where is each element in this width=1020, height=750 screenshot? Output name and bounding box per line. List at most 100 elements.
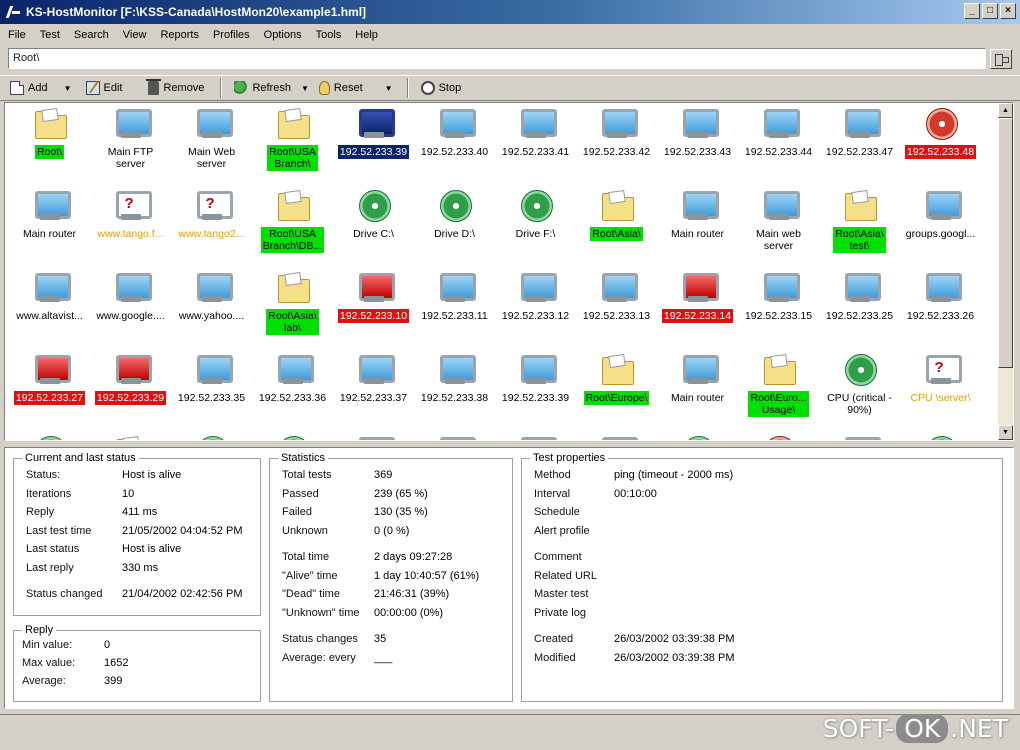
test-item[interactable]: 192.52.233.39 bbox=[333, 103, 414, 185]
test-item[interactable] bbox=[819, 431, 900, 440]
test-item[interactable] bbox=[333, 431, 414, 440]
test-item[interactable]: 192.52.233.12 bbox=[495, 267, 576, 349]
maximize-button[interactable]: □ bbox=[982, 3, 998, 19]
stop-button[interactable]: Stop bbox=[417, 79, 466, 97]
test-item[interactable]: 192.52.233.14 bbox=[657, 267, 738, 349]
scroll-down-arrow[interactable]: ▼ bbox=[998, 425, 1013, 440]
test-item[interactable]: 192.52.233.39 bbox=[495, 349, 576, 431]
scroll-thumb[interactable] bbox=[998, 118, 1013, 368]
field-value: 1652 bbox=[104, 657, 129, 669]
folder-tree-button[interactable] bbox=[990, 49, 1012, 69]
test-item[interactable]: Root\ bbox=[9, 103, 90, 185]
test-item[interactable]: Root\Europe\ bbox=[576, 349, 657, 431]
test-item[interactable]: groups.googl... bbox=[900, 185, 981, 267]
test-item[interactable]: 192.52.233.38 bbox=[414, 349, 495, 431]
field-label: Iterations bbox=[26, 487, 72, 500]
menu-view[interactable]: View bbox=[121, 27, 153, 43]
field-label: Total time bbox=[282, 551, 330, 563]
menu-search[interactable]: Search bbox=[72, 27, 115, 43]
test-item[interactable]: 192.52.233.10 bbox=[333, 267, 414, 349]
test-item[interactable]: Main FTP server bbox=[90, 103, 171, 185]
test-item[interactable]: Drive F:\ bbox=[495, 185, 576, 267]
test-item-label: www.altavist... bbox=[16, 310, 83, 322]
test-item[interactable]: Root\Euro... Usage\ bbox=[738, 349, 819, 431]
test-item[interactable]: 192.52.233.43 bbox=[657, 103, 738, 185]
test-item[interactable]: 192.52.233.29 bbox=[90, 349, 171, 431]
test-item[interactable]: Main router bbox=[657, 185, 738, 267]
disk-icon bbox=[356, 189, 392, 223]
test-item[interactable]: 192.52.233.27 bbox=[9, 349, 90, 431]
remove-button[interactable]: Remove bbox=[144, 79, 208, 97]
test-item-label: 192.52.233.39 bbox=[337, 145, 410, 159]
test-item[interactable]: 192.52.233.36 bbox=[252, 349, 333, 431]
field-value: 00:00:00 (0%) bbox=[374, 606, 444, 619]
test-item[interactable]: 192.52.233.47 bbox=[819, 103, 900, 185]
test-item[interactable]: www.yahoo.... bbox=[171, 267, 252, 349]
test-item[interactable] bbox=[252, 431, 333, 440]
test-item[interactable]: Root\Asia\ bbox=[576, 185, 657, 267]
test-item[interactable]: ? CPU \server\ bbox=[900, 349, 981, 431]
app-icon bbox=[6, 5, 20, 19]
menu-options[interactable]: Options bbox=[262, 27, 308, 43]
test-item[interactable]: www.google.... bbox=[90, 267, 171, 349]
add-button[interactable]: Add bbox=[6, 79, 52, 97]
test-item[interactable]: Root\Asia\ test\ bbox=[819, 185, 900, 267]
reset-dropdown-arrow[interactable]: ▼ bbox=[385, 84, 393, 93]
test-item[interactable]: 192.52.233.25 bbox=[819, 267, 900, 349]
add-dropdown-arrow[interactable]: ▼ bbox=[64, 84, 72, 93]
test-item[interactable]: CPU (critical - 90%) bbox=[819, 349, 900, 431]
test-item[interactable] bbox=[900, 431, 981, 440]
test-item[interactable]: 192.52.233.26 bbox=[900, 267, 981, 349]
vertical-scrollbar[interactable]: ▲ ▼ bbox=[998, 103, 1013, 440]
menu-test[interactable]: Test bbox=[38, 27, 66, 43]
test-item[interactable]: 192.52.233.42 bbox=[576, 103, 657, 185]
test-item[interactable] bbox=[90, 431, 171, 440]
test-item[interactable]: 192.52.233.15 bbox=[738, 267, 819, 349]
test-item[interactable]: 192.52.233.37 bbox=[333, 349, 414, 431]
test-item[interactable]: ? www.tango.f... bbox=[90, 185, 171, 267]
test-item[interactable] bbox=[576, 431, 657, 440]
refresh-dropdown-arrow[interactable]: ▼ bbox=[301, 84, 309, 93]
test-item[interactable]: 192.52.233.44 bbox=[738, 103, 819, 185]
test-item[interactable]: ? www.tango2... bbox=[171, 185, 252, 267]
test-icon-view[interactable]: Root\ Main FTP server Main Web server Root\… bbox=[4, 102, 1014, 441]
test-item[interactable]: www.altavist... bbox=[9, 267, 90, 349]
test-item[interactable] bbox=[657, 431, 738, 440]
menu-file[interactable]: File bbox=[6, 27, 32, 43]
test-item[interactable]: 192.52.233.13 bbox=[576, 267, 657, 349]
refresh-icon bbox=[234, 81, 249, 95]
close-button[interactable]: × bbox=[1000, 3, 1016, 19]
test-item[interactable]: 192.52.233.48 bbox=[900, 103, 981, 185]
reset-button[interactable]: Reset bbox=[315, 79, 367, 97]
menu-profiles[interactable]: Profiles bbox=[211, 27, 256, 43]
menu-reports[interactable]: Reports bbox=[158, 27, 205, 43]
test-item[interactable]: Main router bbox=[9, 185, 90, 267]
scroll-up-arrow[interactable]: ▲ bbox=[998, 103, 1013, 118]
test-item[interactable]: 192.52.233.41 bbox=[495, 103, 576, 185]
test-item[interactable] bbox=[495, 431, 576, 440]
folder-path-field[interactable]: Root\ bbox=[8, 48, 986, 69]
monitor-icon bbox=[680, 271, 719, 305]
test-item[interactable]: Main router bbox=[657, 349, 738, 431]
test-item[interactable]: Root\USA Branch\ bbox=[252, 103, 333, 185]
test-item[interactable]: 192.52.233.40 bbox=[414, 103, 495, 185]
test-item[interactable]: 192.52.233.35 bbox=[171, 349, 252, 431]
test-item[interactable]: Root\Asia\ lab\ bbox=[252, 267, 333, 349]
menu-help[interactable]: Help bbox=[353, 27, 384, 43]
test-item[interactable] bbox=[414, 431, 495, 440]
test-item[interactable]: Drive D:\ bbox=[414, 185, 495, 267]
test-item[interactable] bbox=[9, 431, 90, 440]
test-item[interactable] bbox=[738, 431, 819, 440]
menu-tools[interactable]: Tools bbox=[314, 27, 348, 43]
test-item-label: Main router bbox=[670, 392, 725, 404]
test-item[interactable] bbox=[171, 431, 252, 440]
test-item[interactable]: Root\USA Branch\DB... bbox=[252, 185, 333, 267]
test-item[interactable]: Main web server bbox=[738, 185, 819, 267]
test-item-label: 192.52.233.44 bbox=[744, 146, 813, 158]
refresh-button[interactable]: Refresh bbox=[230, 79, 295, 97]
test-item[interactable]: Drive C:\ bbox=[333, 185, 414, 267]
minimize-button[interactable]: _ bbox=[964, 3, 980, 19]
edit-button[interactable]: Edit bbox=[82, 79, 127, 97]
test-item[interactable]: Main Web server bbox=[171, 103, 252, 185]
test-item[interactable]: 192.52.233.11 bbox=[414, 267, 495, 349]
